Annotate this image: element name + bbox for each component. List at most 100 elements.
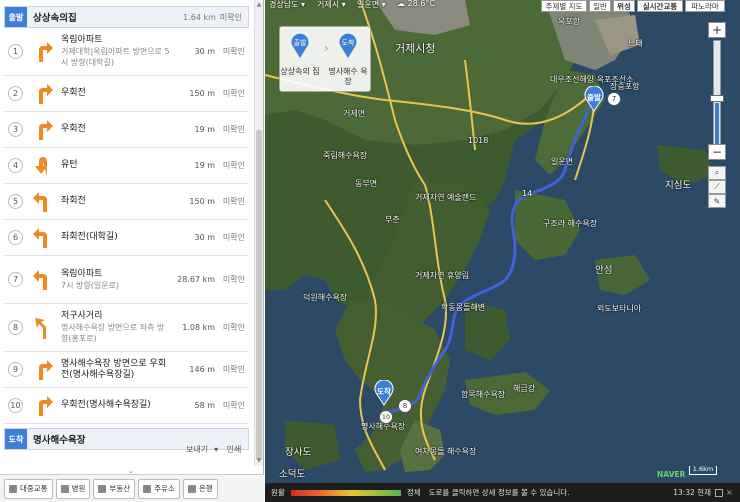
place-label[interactable]: 옥포항 bbox=[558, 16, 580, 27]
naver-logo: NAVER bbox=[657, 470, 686, 479]
place-label[interactable]: 14 bbox=[522, 189, 532, 198]
normal-map-button[interactable]: 일반 bbox=[589, 0, 611, 12]
traffic-time: 13:32 현재 bbox=[673, 488, 711, 497]
place-label[interactable]: 거제시청 bbox=[395, 40, 435, 56]
public-transport-button[interactable]: 대중교통 bbox=[4, 478, 53, 499]
place-label[interactable]: 지심도 bbox=[665, 177, 691, 191]
ruler-icon[interactable]: ⟋ bbox=[708, 180, 726, 194]
place-label[interactable]: 동부면 bbox=[355, 178, 377, 189]
scale-bar: 1.6km bbox=[689, 466, 717, 475]
place-label[interactable]: 1018 bbox=[468, 136, 488, 145]
route-step[interactable]: 9 명사해수욕장 방면으로 우회전(명사해수욕장길) 146 m 미확인 bbox=[4, 352, 249, 388]
place-label[interactable]: 해금강 bbox=[513, 383, 535, 394]
step-cctv: 미확인 bbox=[222, 161, 245, 170]
route-step[interactable]: 3 우회전 19 m 미확인 bbox=[4, 112, 249, 148]
scroll-down-icon[interactable]: ▼ bbox=[256, 457, 262, 465]
send-link[interactable]: 보내기 bbox=[186, 445, 208, 454]
route-step[interactable]: 2 우회전 150 m 미확인 bbox=[4, 76, 249, 112]
route-step[interactable]: 1 옥림아파트 거제대학|옥림아파트 방면으로 5시 방향(대학길) 30 m 미확인 bbox=[4, 28, 249, 76]
chevron-down-icon: ▾ bbox=[339, 0, 346, 9]
place-label[interactable]: 외도보타니아 bbox=[597, 303, 641, 314]
place-label[interactable]: 덕원해수욕장 bbox=[303, 292, 347, 303]
place-label[interactable]: 소덕도 bbox=[279, 466, 305, 480]
place-label[interactable]: 장사도 bbox=[285, 444, 311, 458]
step-distance: 30 m bbox=[194, 233, 215, 242]
place-label[interactable]: 학동몽돌해변 bbox=[441, 302, 485, 313]
panel-scrollbar[interactable]: ▲ ▼ bbox=[254, 0, 263, 466]
zoom-out-button[interactable]: − bbox=[708, 144, 726, 160]
chevron-right-icon: › bbox=[324, 41, 329, 55]
region3-dropdown[interactable]: 일운면 ▾ bbox=[357, 0, 386, 10]
real-estate-button[interactable]: 부동산 bbox=[93, 478, 136, 499]
hospital-icon bbox=[60, 484, 69, 493]
place-label[interactable]: 장승포항 bbox=[610, 81, 639, 92]
place-label[interactable]: 거제면 bbox=[343, 108, 365, 119]
start-marker[interactable]: 출발 bbox=[583, 85, 605, 112]
scroll-thumb[interactable] bbox=[256, 130, 262, 460]
zoom-slider[interactable] bbox=[710, 40, 724, 150]
hospital-button[interactable]: 병원 bbox=[55, 478, 91, 499]
zoom-slider-handle[interactable] bbox=[710, 95, 724, 102]
toolbar-label: 병원 bbox=[71, 484, 86, 493]
place-label[interactable]: 일운면 bbox=[551, 156, 573, 167]
legend-start-pin: 출발 bbox=[290, 33, 310, 59]
map-view[interactable]: 거제시청 옥포항 느태 대우조선해양 옥포조선소 장승포항 거제면 죽림해수욕장 일운면 지심도… bbox=[265, 0, 740, 502]
region1-dropdown[interactable]: 경상남도 ▾ bbox=[269, 0, 305, 10]
place-label[interactable]: 구조라 해수욕장 bbox=[543, 218, 597, 229]
route-step[interactable]: 4 유턴 19 m 미확인 bbox=[4, 148, 249, 184]
step-instruction: 유턴 bbox=[61, 160, 78, 170]
waypoint-10[interactable]: 10 bbox=[379, 410, 393, 424]
bank-button[interactable]: 은행 bbox=[182, 478, 218, 499]
place-label[interactable]: 함목해수욕장 bbox=[461, 389, 505, 400]
step-number: 1 bbox=[8, 44, 23, 59]
step-distance: 19 m bbox=[194, 125, 215, 134]
poi-toolbar: 대중교통 병원 부동산 주유소 은행 bbox=[0, 474, 264, 502]
region1-label: 경상남도 bbox=[269, 0, 299, 9]
route-step[interactable]: 8 저구사거리 명사해수욕장 방면으로 좌측 방향(홍포로) 1.08 km 미확인 bbox=[4, 304, 249, 352]
realtime-traffic-button[interactable]: 실시간교통 bbox=[637, 0, 683, 12]
place-label[interactable]: 여차몽돌 해수욕장 bbox=[415, 446, 476, 457]
right-turn-icon bbox=[39, 359, 53, 380]
left-turn-icon bbox=[33, 191, 47, 212]
end-marker[interactable]: 도착 bbox=[373, 379, 395, 406]
satellite-map-button[interactable]: 위성 bbox=[613, 0, 635, 12]
step-instruction: 옥림아파트 bbox=[61, 268, 103, 279]
eraser-icon[interactable]: ✎ bbox=[708, 194, 726, 208]
step-text: 우회전 bbox=[61, 124, 171, 135]
place-label[interactable]: 죽림해수욕장 bbox=[323, 150, 367, 161]
place-label[interactable]: 안섬 bbox=[595, 262, 612, 276]
waypoint-7[interactable]: 7 bbox=[607, 92, 621, 106]
map-topbar: 경상남도 ▾ 거제시 ▾ 일운면 ▾ ☁ 28.6°C 주제별 지도 일반 위성… bbox=[265, 0, 740, 12]
theme-map-button[interactable]: 주제별 지도 bbox=[541, 0, 587, 12]
zoom-in-button[interactable]: + bbox=[708, 22, 726, 38]
region2-label: 거제시 bbox=[317, 0, 340, 9]
region2-dropdown[interactable]: 거제시 ▾ bbox=[317, 0, 346, 10]
step-number: 3 bbox=[8, 122, 23, 137]
place-label[interactable]: 느태 bbox=[628, 38, 643, 49]
step-cctv: 미확인 bbox=[222, 47, 245, 56]
print-link[interactable]: 인쇄 bbox=[227, 445, 242, 454]
traffic-gradient bbox=[290, 489, 401, 496]
panorama-button[interactable]: 파노라마 bbox=[685, 0, 725, 12]
left-turn-icon bbox=[33, 269, 47, 290]
route-step[interactable]: 5 좌회전 150 m 미확인 bbox=[4, 184, 249, 220]
place-label[interactable]: 거제자연 예술랜드 bbox=[415, 192, 476, 203]
place-label[interactable]: 부춘 bbox=[385, 214, 400, 225]
gas-station-button[interactable]: 주유소 bbox=[138, 478, 180, 499]
route-step[interactable]: 7 옥림아파트 7시 방향(일운로) 28.67 km 미확인 bbox=[4, 256, 249, 304]
route-step[interactable]: 10 우회전(명사해수욕장길) 58 m 미확인 bbox=[4, 388, 249, 424]
right-turn-icon bbox=[39, 83, 53, 104]
route-step[interactable]: 6 좌회전(대학길) 30 m 미확인 bbox=[4, 220, 249, 256]
expand-icon[interactable] bbox=[715, 488, 723, 497]
close-icon[interactable]: × bbox=[726, 488, 734, 497]
magnifier-icon[interactable]: ⌕ bbox=[708, 166, 726, 180]
right-turn-icon bbox=[39, 395, 53, 416]
waypoint-8[interactable]: 8 bbox=[398, 399, 412, 413]
scroll-up-icon[interactable]: ▲ bbox=[256, 1, 262, 9]
left-turn-icon bbox=[33, 227, 47, 248]
step-text: 유턴 bbox=[61, 160, 171, 171]
chevron-down-icon: ▾ bbox=[379, 0, 386, 9]
route-start[interactable]: 출발 상상속의집 1.64 km 미확인 bbox=[4, 6, 249, 28]
step-cctv: 미확인 bbox=[222, 197, 245, 206]
place-label[interactable]: 거제자연 휴양림 bbox=[415, 270, 469, 281]
